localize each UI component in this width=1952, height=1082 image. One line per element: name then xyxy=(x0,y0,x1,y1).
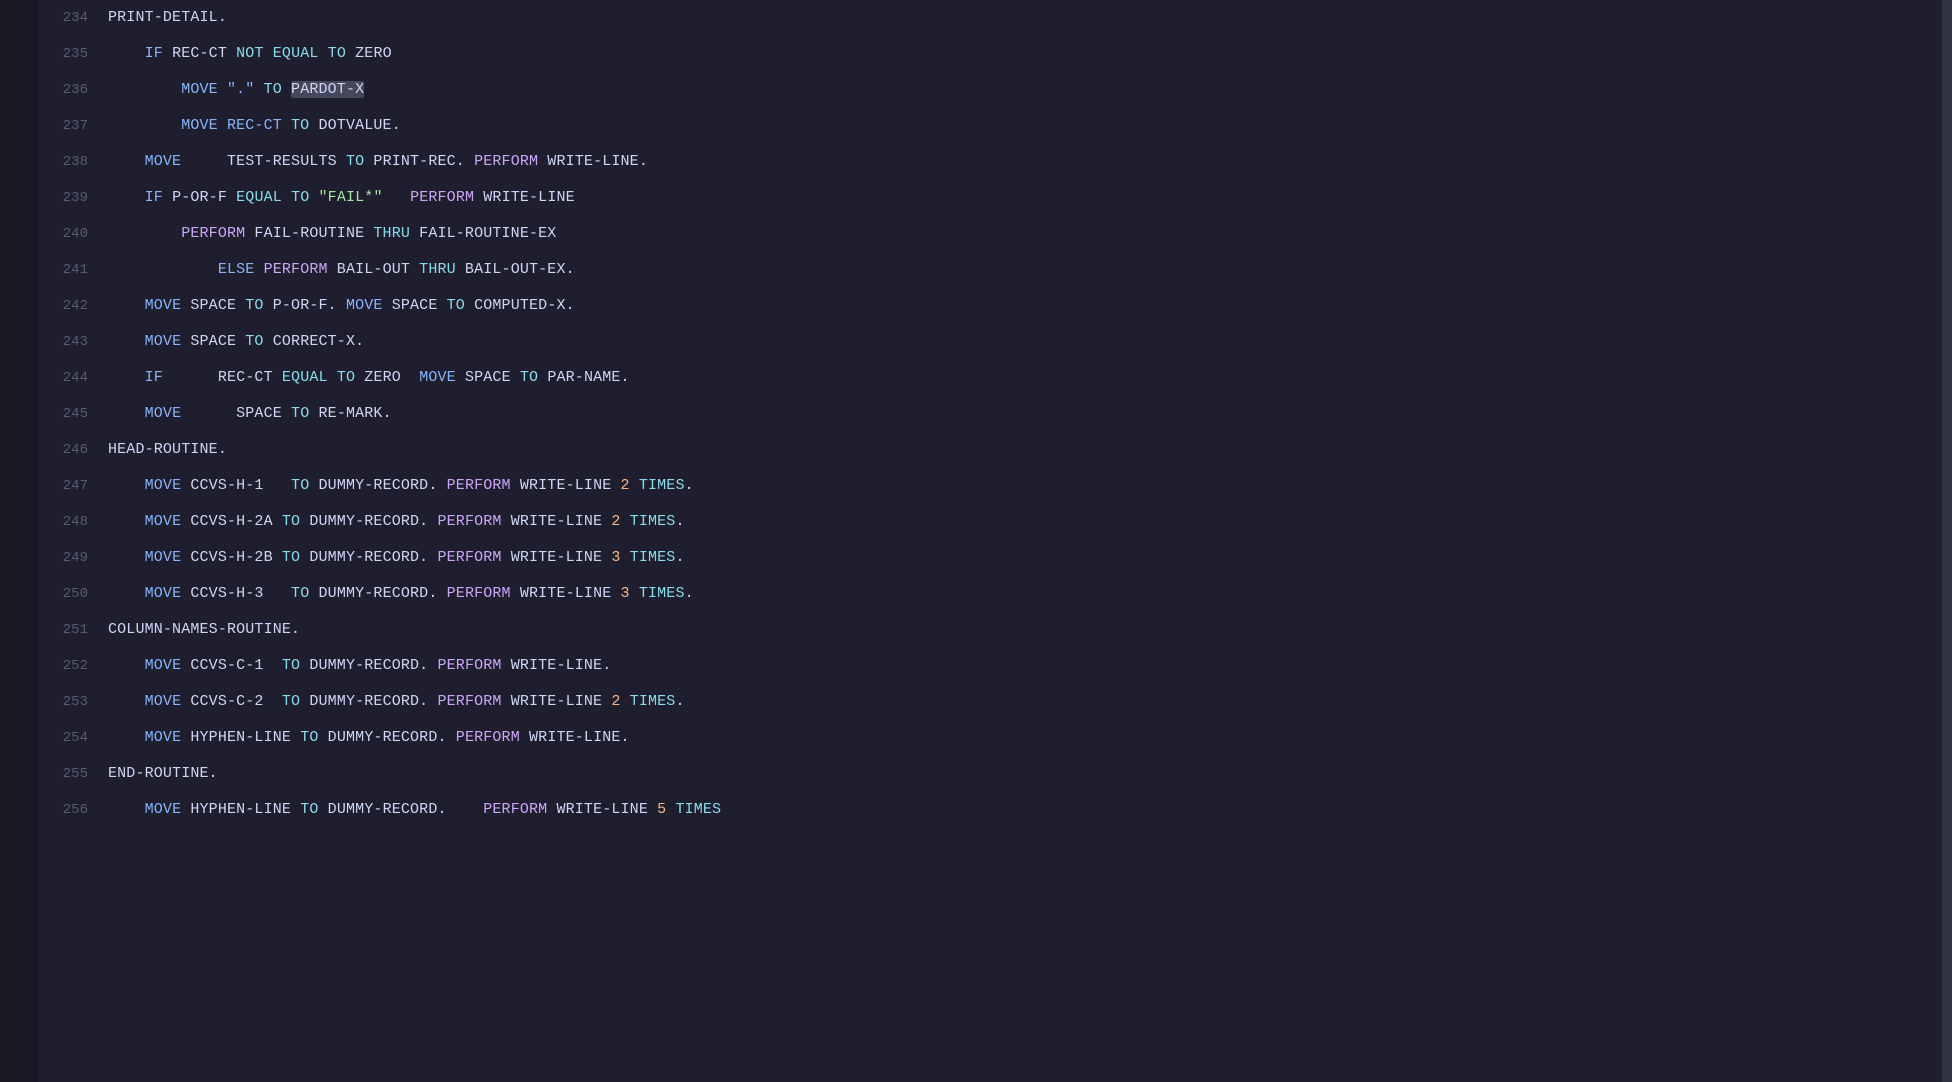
line-content: IF REC-CT NOT EQUAL TO ZERO xyxy=(108,36,392,72)
line-content: MOVE "." TO PARDOT-X xyxy=(108,72,364,108)
line-content: MOVE CCVS-H-3 TO DUMMY-RECORD. PERFORM W… xyxy=(108,576,694,612)
line-content: PERFORM FAIL-ROUTINE THRU FAIL-ROUTINE-E… xyxy=(108,216,556,252)
table-row: 248 MOVE CCVS-H-2A TO DUMMY-RECORD. PERF… xyxy=(38,504,1942,540)
table-row: 235 IF REC-CT NOT EQUAL TO ZERO xyxy=(38,36,1942,72)
line-number: 249 xyxy=(38,540,108,576)
table-row: 245 MOVE SPACE TO RE-MARK. xyxy=(38,396,1942,432)
line-number: 252 xyxy=(38,648,108,684)
table-row: 255END-ROUTINE. xyxy=(38,756,1942,792)
table-row: 243 MOVE SPACE TO CORRECT-X. xyxy=(38,324,1942,360)
table-row: 252 MOVE CCVS-C-1 TO DUMMY-RECORD. PERFO… xyxy=(38,648,1942,684)
table-row: 240 PERFORM FAIL-ROUTINE THRU FAIL-ROUTI… xyxy=(38,216,1942,252)
left-gutter xyxy=(0,0,38,1082)
line-number: 243 xyxy=(38,324,108,360)
line-number: 239 xyxy=(38,180,108,216)
table-row: 234 PRINT-DETAIL. xyxy=(38,0,1942,36)
line-number: 242 xyxy=(38,288,108,324)
scrollbar[interactable] xyxy=(1942,0,1952,1082)
line-number: 246 xyxy=(38,432,108,468)
line-number: 240 xyxy=(38,216,108,252)
line-content: MOVE HYPHEN-LINE TO DUMMY-RECORD. PERFOR… xyxy=(108,720,630,756)
table-row: 254 MOVE HYPHEN-LINE TO DUMMY-RECORD. PE… xyxy=(38,720,1942,756)
line-content: HEAD-ROUTINE. xyxy=(108,432,227,468)
table-row: 253 MOVE CCVS-C-2 TO DUMMY-RECORD. PERFO… xyxy=(38,684,1942,720)
line-number: 236 xyxy=(38,72,108,108)
line-number: 238 xyxy=(38,144,108,180)
line-number: 256 xyxy=(38,792,108,828)
line-number: 237 xyxy=(38,108,108,144)
line-number: 235 xyxy=(38,36,108,72)
table-row: 250 MOVE CCVS-H-3 TO DUMMY-RECORD. PERFO… xyxy=(38,576,1942,612)
table-row: 249 MOVE CCVS-H-2B TO DUMMY-RECORD. PERF… xyxy=(38,540,1942,576)
line-number: 234 xyxy=(38,0,108,36)
lines-container: 235 IF REC-CT NOT EQUAL TO ZERO236 MOVE … xyxy=(38,36,1942,828)
table-row: 238 MOVE TEST-RESULTS TO PRINT-REC. PERF… xyxy=(38,144,1942,180)
line-content: IF P-OR-F EQUAL TO "FAIL*" PERFORM WRITE… xyxy=(108,180,575,216)
line-content: MOVE SPACE TO CORRECT-X. xyxy=(108,324,364,360)
line-number: 244 xyxy=(38,360,108,396)
line-content: END-ROUTINE. xyxy=(108,756,218,792)
line-content: ELSE PERFORM BAIL-OUT THRU BAIL-OUT-EX. xyxy=(108,252,575,288)
table-row: 246HEAD-ROUTINE. xyxy=(38,432,1942,468)
table-row: 256 MOVE HYPHEN-LINE TO DUMMY-RECORD. PE… xyxy=(38,792,1942,828)
line-content: PRINT-DETAIL. xyxy=(108,0,227,36)
table-row: 247 MOVE CCVS-H-1 TO DUMMY-RECORD. PERFO… xyxy=(38,468,1942,504)
line-content: MOVE CCVS-H-2A TO DUMMY-RECORD. PERFORM … xyxy=(108,504,685,540)
table-row: 236 MOVE "." TO PARDOT-X xyxy=(38,72,1942,108)
line-number: 251 xyxy=(38,612,108,648)
table-row: 242 MOVE SPACE TO P-OR-F. MOVE SPACE TO … xyxy=(38,288,1942,324)
table-row: 251COLUMN-NAMES-ROUTINE. xyxy=(38,612,1942,648)
line-number: 241 xyxy=(38,252,108,288)
line-content: MOVE REC-CT TO DOTVALUE. xyxy=(108,108,401,144)
line-content: MOVE SPACE TO RE-MARK. xyxy=(108,396,392,432)
line-number: 253 xyxy=(38,684,108,720)
line-number: 255 xyxy=(38,756,108,792)
line-content: IF REC-CT EQUAL TO ZERO MOVE SPACE TO PA… xyxy=(108,360,630,396)
line-content: MOVE CCVS-H-1 TO DUMMY-RECORD. PERFORM W… xyxy=(108,468,694,504)
line-content: MOVE CCVS-C-2 TO DUMMY-RECORD. PERFORM W… xyxy=(108,684,685,720)
table-row: 244 IF REC-CT EQUAL TO ZERO MOVE SPACE T… xyxy=(38,360,1942,396)
line-content: MOVE TEST-RESULTS TO PRINT-REC. PERFORM … xyxy=(108,144,648,180)
table-row: 239 IF P-OR-F EQUAL TO "FAIL*" PERFORM W… xyxy=(38,180,1942,216)
line-content: COLUMN-NAMES-ROUTINE. xyxy=(108,612,300,648)
editor: 234 PRINT-DETAIL. 235 IF REC-CT NOT EQUA… xyxy=(0,0,1952,1082)
code-area[interactable]: 234 PRINT-DETAIL. 235 IF REC-CT NOT EQUA… xyxy=(38,0,1942,1082)
line-content: MOVE CCVS-H-2B TO DUMMY-RECORD. PERFORM … xyxy=(108,540,685,576)
line-content: MOVE CCVS-C-1 TO DUMMY-RECORD. PERFORM W… xyxy=(108,648,611,684)
line-number: 248 xyxy=(38,504,108,540)
line-number: 247 xyxy=(38,468,108,504)
line-content: MOVE SPACE TO P-OR-F. MOVE SPACE TO COMP… xyxy=(108,288,575,324)
line-number: 250 xyxy=(38,576,108,612)
table-row: 237 MOVE REC-CT TO DOTVALUE. xyxy=(38,108,1942,144)
line-number: 254 xyxy=(38,720,108,756)
line-number: 245 xyxy=(38,396,108,432)
line-content: MOVE HYPHEN-LINE TO DUMMY-RECORD. PERFOR… xyxy=(108,792,721,828)
table-row: 241 ELSE PERFORM BAIL-OUT THRU BAIL-OUT-… xyxy=(38,252,1942,288)
